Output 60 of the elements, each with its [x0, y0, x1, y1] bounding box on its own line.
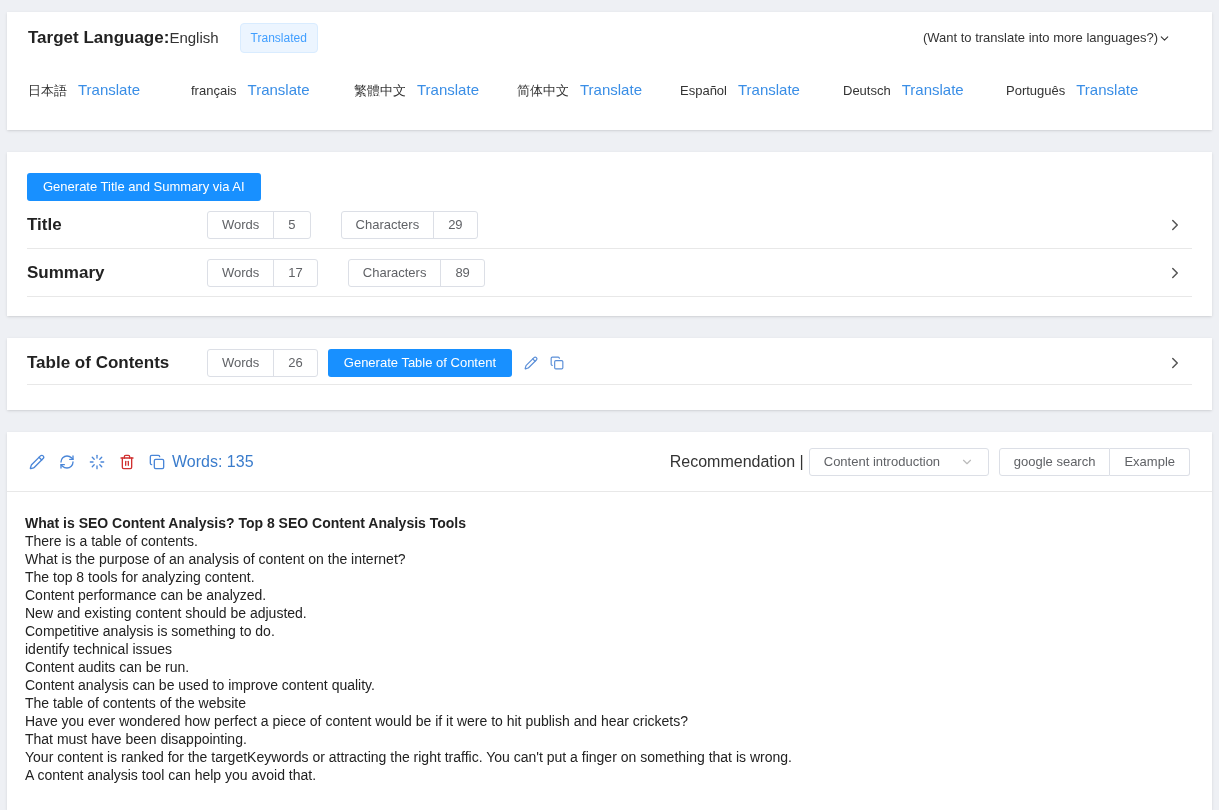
language-name: 日本語 — [28, 81, 67, 100]
content-line: Content performance can be analyzed. — [25, 586, 267, 604]
content-heading: What is SEO Content Analysis? Top 8 SEO Content Analysis Tools — [25, 514, 467, 532]
translate-link[interactable]: Translate — [247, 79, 310, 102]
language-name: 简体中文 — [517, 81, 569, 100]
stat-label: Characters — [341, 211, 435, 238]
language-name: 繁體中文 — [354, 81, 406, 100]
language-name: Deutsch — [843, 81, 891, 100]
content-line: New and existing content should be adjusted. — [25, 604, 307, 622]
refresh-icon[interactable] — [59, 453, 75, 470]
language-name: Español — [680, 81, 727, 100]
toolbar-button[interactable]: Example — [1110, 447, 1190, 476]
content-line: Content audits can be run. — [25, 658, 190, 676]
translate-link[interactable]: Translate — [78, 79, 140, 102]
spinner-icon[interactable] — [89, 453, 105, 470]
section-title: Title — [27, 213, 63, 236]
recommendation-label: Recommendation | — [669, 451, 804, 472]
stat-label: Words — [208, 259, 275, 286]
content-line: The table of contents of the website — [25, 694, 247, 712]
generate-ai-button[interactable]: Generate Title and Summary via AI — [27, 173, 261, 201]
trash-icon[interactable] — [119, 453, 135, 470]
content-line: Have you ever wondered how perfect a piece of content would be if it were to hit publish and hear crickets? — [25, 712, 689, 730]
language-value: English — [169, 27, 219, 48]
language-name: français — [191, 81, 237, 100]
content-line: identify technical issues — [25, 640, 173, 658]
copy-icon[interactable] — [550, 356, 565, 370]
content-line: Content analysis can be used to improve content quality. — [25, 676, 375, 694]
content-line: What is the purpose of an analysis of content on the internet? — [25, 550, 406, 568]
word-count: Words: 135 — [172, 451, 254, 472]
stat-value: 89 — [454, 263, 471, 282]
more-languages-button[interactable]: (Want to translate into more languages?) — [922, 28, 1171, 48]
content-line: The top 8 tools for analyzing content. — [25, 568, 255, 586]
translate-link[interactable]: Translate — [1076, 79, 1139, 102]
translate-link[interactable]: Translate — [901, 79, 964, 102]
status-badge: Translated — [239, 23, 318, 53]
content-line: A content analysis tool can help you avoid that. — [25, 766, 317, 784]
language-label: Target Language: — [28, 27, 170, 50]
generate-toc-button[interactable]: Generate Table of Content — [327, 349, 513, 377]
section-title: Table of Contents — [27, 352, 171, 375]
stat-value: 29 — [447, 215, 464, 234]
content-line: Competitive analysis is something to do. — [25, 622, 275, 640]
section-title: Summary — [27, 261, 106, 284]
translate-link[interactable]: Translate — [417, 79, 479, 102]
pencil-icon[interactable] — [29, 453, 45, 470]
stat-label: Characters — [348, 259, 442, 286]
language-name: Português — [1006, 81, 1066, 100]
stat-value: 17 — [287, 263, 304, 282]
copy-icon[interactable] — [149, 453, 165, 470]
translate-link[interactable]: Translate — [738, 79, 800, 102]
content-line: There is a table of contents. — [25, 532, 198, 550]
pencil-icon[interactable] — [524, 356, 539, 370]
content-type-select[interactable]: Content introduction — [808, 447, 989, 476]
stat-label: Words — [208, 350, 275, 376]
content-line: That must have been disappointing. — [25, 730, 247, 748]
stat-value: 26 — [287, 354, 304, 373]
stat-label: Words — [208, 211, 275, 238]
stat-value: 5 — [287, 215, 297, 234]
toolbar-button[interactable]: google search — [998, 447, 1111, 476]
content-line: Your content is ranked for the targetKeywords or attracting the right traffic. You can't put a finger on something that is wrong. — [25, 748, 792, 766]
translate-link[interactable]: Translate — [580, 79, 642, 102]
